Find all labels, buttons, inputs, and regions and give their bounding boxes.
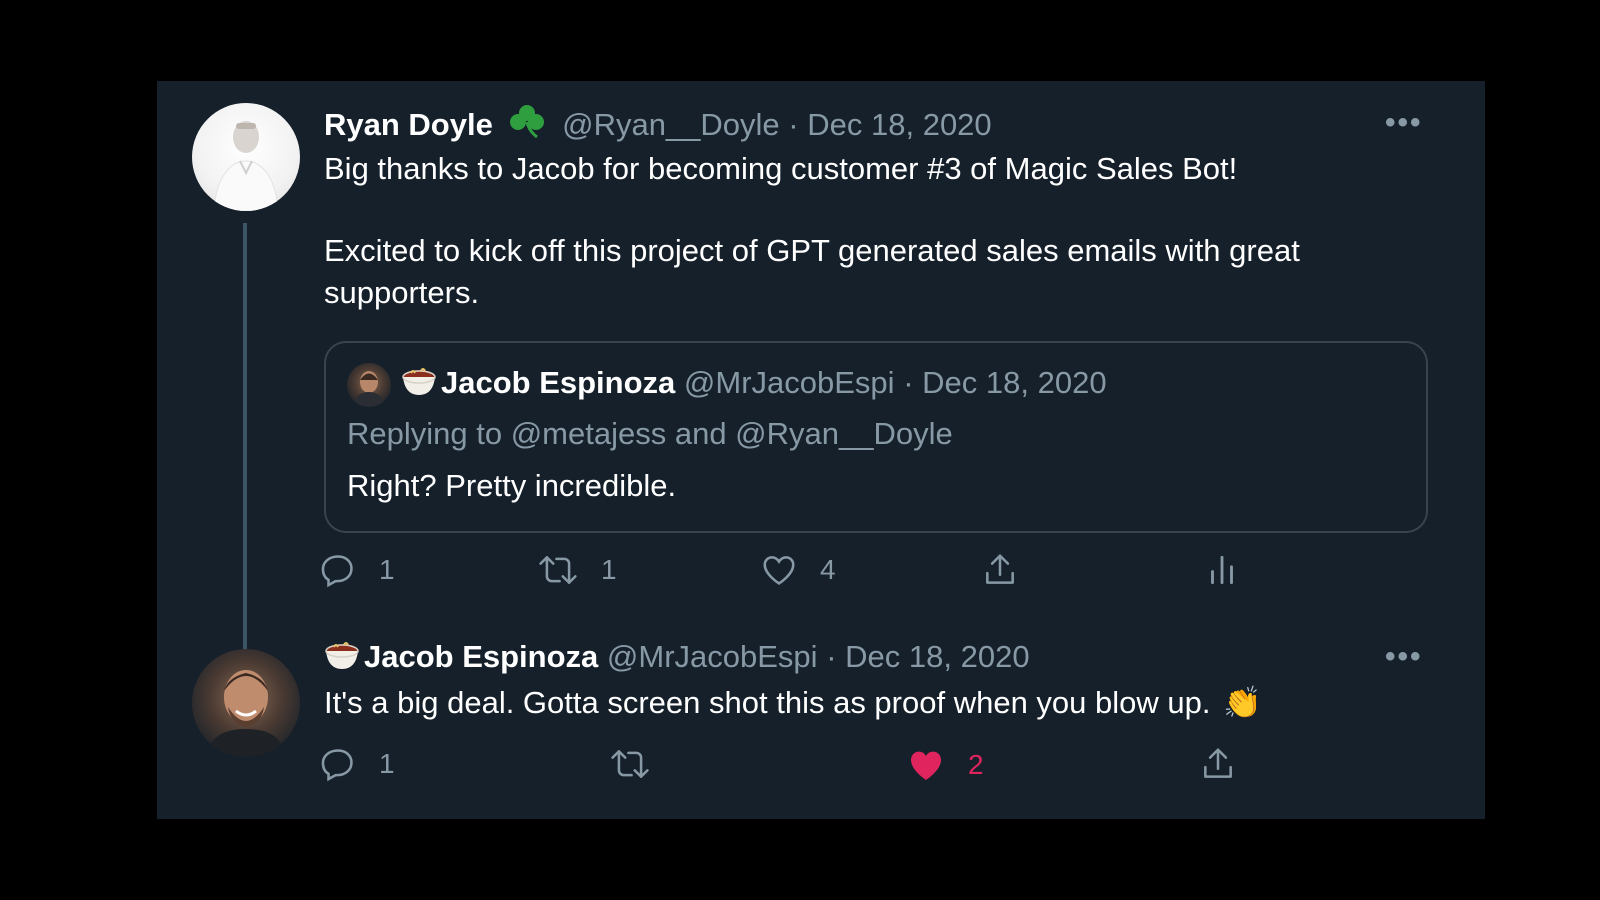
tweet-body-line-1: Big thanks to Jacob for becoming custome… bbox=[324, 151, 1238, 186]
shamrock-icon bbox=[507, 103, 547, 148]
header-separator: · bbox=[788, 107, 799, 142]
tweet-thread-card: Ryan Doyle @Ryan__Doyle · Dec 18, 2020 •… bbox=[157, 81, 1485, 819]
quoted-date: Dec 18, 2020 bbox=[922, 365, 1107, 400]
reply-reply-count: 1 bbox=[379, 748, 395, 779]
reply-like-count: 2 bbox=[968, 749, 984, 780]
analytics-button[interactable] bbox=[1203, 551, 1241, 589]
quoted-header: Jacob Espinoza @MrJacobEspi · Dec 18, 20… bbox=[401, 363, 1107, 402]
retweet-icon bbox=[537, 551, 579, 589]
bowl-icon bbox=[401, 363, 437, 397]
more-icon[interactable]: ••• bbox=[1385, 108, 1423, 138]
quoted-replying-to: Replying to @metajess and @Ryan__Doyle bbox=[347, 416, 953, 451]
quoted-body: Right? Pretty incredible. bbox=[347, 468, 677, 503]
reply-author-handle[interactable]: @MrJacobEspi bbox=[607, 639, 818, 674]
reply-icon bbox=[319, 745, 357, 783]
like-icon bbox=[760, 551, 798, 589]
retweet-button[interactable]: 1 bbox=[537, 551, 617, 589]
bowl-icon bbox=[324, 637, 360, 671]
reply-button[interactable]: 1 bbox=[319, 551, 395, 589]
reply-reply-button[interactable]: 1 bbox=[319, 745, 395, 783]
quoted-author-name[interactable]: Jacob Espinoza bbox=[441, 365, 675, 400]
reply-header: Jacob Espinoza @MrJacobEspi · Dec 18, 20… bbox=[324, 637, 1030, 676]
reply-count: 1 bbox=[379, 554, 395, 585]
tweet-body-line-3: supporters. bbox=[324, 275, 480, 310]
reply-like-button[interactable]: 2 bbox=[906, 745, 984, 785]
like-button[interactable]: 4 bbox=[760, 551, 836, 589]
retweet-count: 1 bbox=[601, 554, 617, 585]
tweet-header: Ryan Doyle @Ryan__Doyle · Dec 18, 2020 bbox=[324, 103, 992, 148]
retweet-icon bbox=[609, 745, 651, 783]
author-name[interactable]: Ryan Doyle bbox=[324, 107, 493, 142]
quoted-author-handle: @MrJacobEspi bbox=[683, 365, 895, 400]
share-icon bbox=[981, 551, 1019, 589]
clap-icon: 👏 bbox=[1223, 685, 1262, 720]
thread-connector-line bbox=[243, 223, 247, 717]
quoted-author-avatar bbox=[347, 363, 391, 407]
reply-retweet-button[interactable] bbox=[609, 745, 651, 783]
share-icon bbox=[1199, 745, 1237, 783]
reply-more-icon[interactable]: ••• bbox=[1385, 642, 1423, 672]
author-handle[interactable]: @Ryan__Doyle bbox=[562, 107, 780, 142]
share-button[interactable] bbox=[981, 551, 1019, 589]
tweet-date[interactable]: Dec 18, 2020 bbox=[807, 107, 991, 142]
reply-date[interactable]: Dec 18, 2020 bbox=[845, 639, 1029, 674]
like-icon-filled bbox=[906, 745, 946, 785]
reply-body: It's a big deal. Gotta screen shot this … bbox=[324, 681, 1262, 724]
reply-separator: · bbox=[826, 639, 837, 674]
analytics-icon bbox=[1203, 551, 1241, 589]
reply-share-button[interactable] bbox=[1199, 745, 1237, 783]
tweet-body-line-2: Excited to kick off this project of GPT … bbox=[324, 233, 1300, 268]
reply-icon bbox=[319, 551, 357, 589]
reply-author-name[interactable]: Jacob Espinoza bbox=[364, 639, 598, 674]
like-count: 4 bbox=[820, 554, 836, 585]
avatar-jacob-espinoza[interactable] bbox=[192, 649, 300, 757]
reply-body-text: It's a big deal. Gotta screen shot this … bbox=[324, 685, 1211, 720]
avatar-ryan-doyle[interactable] bbox=[192, 103, 300, 211]
quoted-separator: · bbox=[903, 365, 914, 400]
